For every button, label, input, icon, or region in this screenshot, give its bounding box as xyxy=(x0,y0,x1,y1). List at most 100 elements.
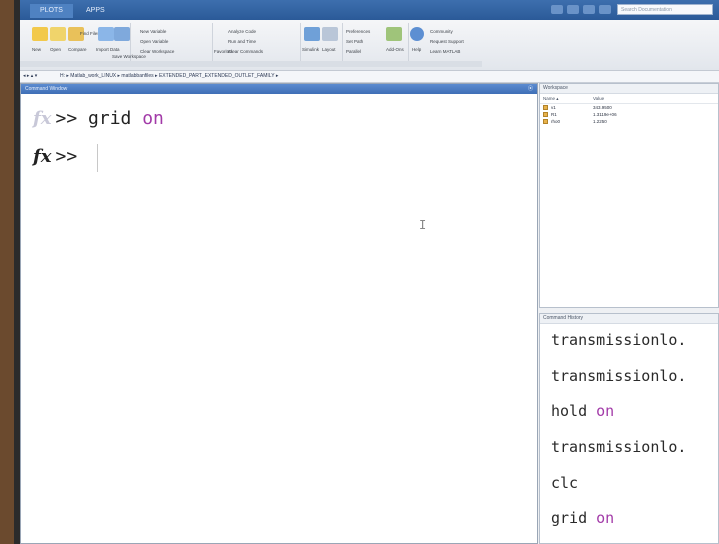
folder-nav-arrows-icon[interactable]: ◂ ▸ ▴ ▾ xyxy=(23,71,37,82)
quick-help-icon[interactable] xyxy=(599,5,611,14)
quick-save-icon[interactable] xyxy=(551,5,563,14)
search-documentation-input[interactable]: Search Documentation xyxy=(617,4,713,15)
group-caption xyxy=(408,61,482,67)
favorites-button[interactable]: Favorites xyxy=(214,49,233,54)
new-script-icon[interactable] xyxy=(32,27,48,41)
learn-matlab-button[interactable]: Learn MATLAB xyxy=(430,49,460,54)
variable-value: 1.2250 xyxy=(593,119,607,124)
history-keyword: on xyxy=(596,402,615,420)
tab-plots[interactable]: PLOTS xyxy=(30,4,73,18)
resources-group: Help Community Request Support Learn MAT… xyxy=(408,23,482,67)
column-value-header[interactable]: Value xyxy=(593,96,604,101)
tab-apps[interactable]: APPS xyxy=(76,4,115,18)
fx-icon[interactable]: fx xyxy=(33,146,51,167)
history-item[interactable]: transmissionlo. xyxy=(551,331,686,349)
variable-icon xyxy=(543,112,548,117)
quick-undo-icon[interactable] xyxy=(567,5,579,14)
compare-button[interactable]: Compare xyxy=(68,47,87,52)
desk-frame xyxy=(0,0,14,544)
workspace-variable-row[interactable]: rho0 1.2250 xyxy=(540,118,718,125)
history-item[interactable]: clc xyxy=(551,474,578,492)
save-icon[interactable] xyxy=(114,27,130,41)
file-group: Find Files New Open Compare Import Data … xyxy=(20,23,146,67)
toolstrip-tabs: PLOTS APPS Search Documentation xyxy=(20,0,719,20)
new-button[interactable]: New xyxy=(32,47,41,52)
help-button[interactable]: Help xyxy=(412,47,421,52)
community-button[interactable]: Community xyxy=(430,29,453,34)
command-text: grid xyxy=(88,108,132,129)
workspace-variable-row[interactable]: v1 343.9500 xyxy=(540,104,718,111)
import-icon[interactable] xyxy=(98,27,114,41)
run-and-time-button[interactable]: Run and Time xyxy=(228,39,256,44)
fx-icon[interactable]: fx xyxy=(33,108,51,129)
group-caption xyxy=(130,61,212,67)
add-ons-icon[interactable] xyxy=(386,27,402,41)
variable-icon xyxy=(543,105,548,110)
history-item[interactable]: transmissionlo. xyxy=(551,438,686,456)
find-files-button[interactable]: Find Files xyxy=(80,31,100,36)
command-keyword: on xyxy=(142,108,164,129)
command-history-panel[interactable]: Command History transmissionlo. transmis… xyxy=(539,313,719,544)
quick-access-toolbar xyxy=(551,5,611,15)
history-item[interactable]: grid on xyxy=(551,509,614,527)
preferences-button[interactable]: Preferences xyxy=(346,29,370,34)
command-window-title: Command Window xyxy=(25,86,68,92)
command-window-header: Command Window ⦿ xyxy=(21,84,537,94)
simulink-button[interactable]: Simulink xyxy=(302,47,319,52)
help-icon[interactable] xyxy=(410,27,424,41)
panel-menu-icon[interactable]: ⦿ xyxy=(528,84,533,94)
add-ons-button[interactable]: Add-Ons xyxy=(386,47,404,52)
group-caption xyxy=(342,61,408,67)
variable-name: rho0 xyxy=(551,119,561,124)
variable-name: v1 xyxy=(551,105,556,110)
open-variable-button[interactable]: Open Variable xyxy=(140,39,168,44)
history-command-text: transmissionlo. xyxy=(551,331,687,349)
open-button[interactable]: Open xyxy=(50,47,61,52)
variable-group: New Variable Open Variable Clear Workspa… xyxy=(130,23,213,67)
current-folder-bar: ◂ ▸ ▴ ▾ H: ▸ Matlab_work_LINUX ▸ matlabb… xyxy=(20,71,719,83)
variable-icon xyxy=(543,119,548,124)
workspace-title: Workspace xyxy=(540,84,718,94)
command-window[interactable]: Command Window ⦿ fx >> grid on fx >> I xyxy=(20,83,538,544)
history-command-text: hold xyxy=(551,402,597,420)
current-folder-path[interactable]: H: ▸ Matlab_work_LINUX ▸ matlabbanfiles … xyxy=(60,71,278,82)
prompt: >> xyxy=(55,108,78,129)
code-group: Analyze Code Run and Time Clear Commands… xyxy=(212,23,301,67)
quick-redo-icon[interactable] xyxy=(583,5,595,14)
layout-icon[interactable] xyxy=(322,27,338,41)
history-command-text: clc xyxy=(551,474,579,492)
request-support-button[interactable]: Request Support xyxy=(430,39,464,44)
command-line-active[interactable]: fx >> xyxy=(33,146,77,167)
history-command-text: transmissionlo. xyxy=(551,438,687,456)
workspace-columns: Name ▴ Value xyxy=(540,94,718,104)
simulink-icon[interactable] xyxy=(304,27,320,41)
history-command-text: transmissionlo. xyxy=(551,367,687,385)
group-caption xyxy=(300,61,342,67)
history-command-text: grid xyxy=(551,509,597,527)
import-data-button[interactable]: Import Data xyxy=(96,47,120,52)
history-item[interactable]: transmissionlo. xyxy=(551,367,686,385)
mouse-ibeam-cursor-icon: I xyxy=(419,218,427,232)
prompt: >> xyxy=(55,146,78,167)
group-caption xyxy=(20,61,130,67)
column-name-header[interactable]: Name ▴ xyxy=(543,96,559,102)
command-line: fx >> grid on xyxy=(33,108,164,129)
workspace-panel[interactable]: Workspace Name ▴ Value v1 343.9500 R1 1.… xyxy=(539,83,719,308)
history-keyword: on xyxy=(596,509,615,527)
clear-commands-button[interactable]: Clear Commands xyxy=(228,49,263,54)
workspace-variable-row[interactable]: R1 1.3119e+06 xyxy=(540,111,718,118)
history-item[interactable]: hold on xyxy=(551,402,614,420)
environment-group: Preferences Set Path Parallel Add-Ons xyxy=(342,23,409,67)
clear-workspace-button[interactable]: Clear Workspace xyxy=(140,49,174,54)
analyze-code-button[interactable]: Analyze Code xyxy=(228,29,256,34)
toolstrip-ribbon: Find Files New Open Compare Import Data … xyxy=(20,20,719,71)
new-variable-button[interactable]: New Variable xyxy=(140,29,166,34)
command-history-title: Command History xyxy=(540,314,718,324)
matlab-window: PLOTS APPS Search Documentation Find Fil… xyxy=(20,0,719,544)
parallel-button[interactable]: Parallel xyxy=(346,49,361,54)
group-caption xyxy=(212,61,300,67)
new-icon[interactable] xyxy=(50,27,66,41)
set-path-button[interactable]: Set Path xyxy=(346,39,363,44)
layout-button[interactable]: Layout xyxy=(322,47,336,52)
variable-value: 1.3119e+06 xyxy=(593,112,617,117)
